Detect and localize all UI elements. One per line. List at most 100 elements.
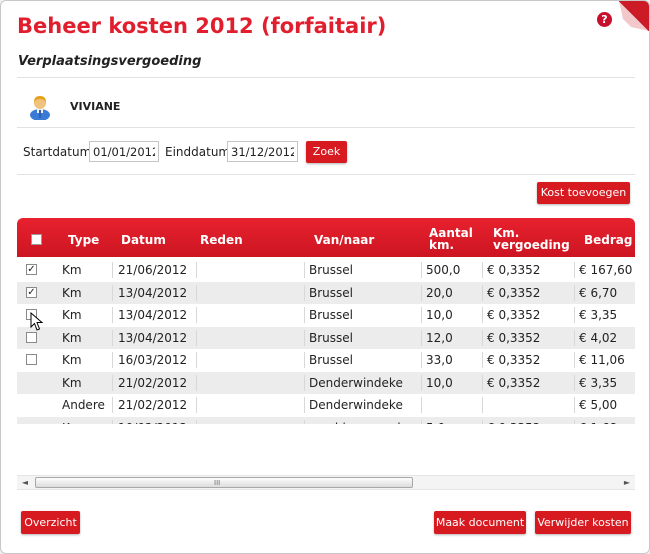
column-separator [421, 352, 422, 368]
column-separator [574, 329, 575, 346]
cell-km: 10,0 [426, 308, 453, 322]
cell-type: Km [62, 308, 82, 322]
column-separator [196, 419, 197, 424]
cell-amount: € 167,60 [579, 263, 633, 277]
cell-route: Brussel [309, 308, 353, 322]
column-header-rate-line2: vergoeding [493, 238, 570, 252]
scroll-right-icon[interactable]: ► [619, 476, 635, 489]
cell-route: Denderwindeke [309, 375, 403, 390]
table-row[interactable]: Km 13/04/2012 Brussel 10,0 € 0,3352 € 3,35 [17, 304, 635, 326]
table-row[interactable]: ✓ Km 13/04/2012 Brussel 20,0 € 0,3352 € 6,70 [17, 281, 635, 304]
cell-rate [487, 394, 575, 416]
column-header-type: Type [68, 233, 100, 247]
select-all-checkbox[interactable] [31, 234, 42, 245]
column-separator [421, 397, 422, 413]
divider [17, 77, 635, 78]
cell-date: 10/02/2012 [118, 417, 196, 425]
table-row[interactable]: Andere 21/02/2012 Denderwindeke € 5,00 [17, 394, 635, 416]
row-checkbox[interactable]: ✓ [26, 264, 37, 275]
column-separator [304, 374, 305, 391]
cell-route: Brussel [309, 285, 353, 300]
column-separator [196, 352, 197, 368]
row-checkbox[interactable] [26, 354, 37, 365]
column-separator [421, 419, 422, 424]
search-button[interactable]: Zoek [306, 141, 347, 163]
cell-date: 13/04/2012 [118, 285, 188, 300]
cell-reason [199, 304, 299, 326]
cell-rate: € 0,3352 [487, 353, 541, 367]
table-row[interactable]: ✓ Km 21/06/2012 Brussel 500,0 € 0,3352 € 167,6… [17, 259, 635, 281]
start-date-input[interactable] [89, 141, 159, 162]
column-separator [196, 262, 197, 278]
column-separator [196, 284, 197, 301]
scroll-left-icon[interactable]: ◄ [17, 476, 33, 489]
cell-rate: € 0,3352 [487, 285, 541, 300]
column-separator [304, 262, 305, 278]
scrollbar-grip-icon: III [214, 479, 221, 487]
column-separator [574, 397, 575, 413]
column-separator [482, 262, 483, 278]
delete-costs-button[interactable]: Verwijder kosten [535, 511, 631, 534]
cell-amount: € 11,06 [579, 353, 625, 367]
column-separator [482, 329, 483, 346]
column-separator [421, 262, 422, 278]
column-separator [304, 307, 305, 323]
end-date-label: Einddatum [165, 145, 231, 159]
cell-route: Denderwindeke [309, 398, 403, 412]
cell-amount: € 3,35 [579, 308, 618, 322]
column-separator [574, 352, 575, 368]
cell-km: 10,0 [426, 375, 453, 390]
table-row[interactable]: Km 10/02/2012 van hier naar daar 5,0€ 0,335… [17, 416, 635, 425]
cell-type: Km [62, 353, 82, 367]
end-date-input[interactable] [227, 141, 298, 162]
cell-reason [199, 349, 299, 371]
horizontal-scrollbar[interactable]: ◄ III ► [17, 475, 635, 490]
help-icon[interactable]: ? [597, 12, 612, 27]
cell-date: 21/02/2012 [118, 375, 188, 390]
table-row[interactable]: Km 21/02/2012 Denderwindeke 10,0 € 0,3352 € 3… [17, 371, 635, 394]
scrollbar-thumb[interactable]: III [35, 477, 413, 488]
column-separator [482, 307, 483, 323]
column-separator [196, 329, 197, 346]
cell-type: Andere [62, 398, 105, 412]
cell-amount: € 3,35 [579, 375, 618, 390]
column-separator [421, 307, 422, 323]
column-separator [304, 352, 305, 368]
add-cost-button[interactable]: Kost toevoegen [537, 182, 630, 204]
cell-km: 12,0 [426, 330, 453, 345]
cell-rate: € 0,3352 [487, 375, 541, 390]
column-header-date: Datum [121, 233, 166, 247]
overview-button[interactable]: Overzicht [21, 511, 80, 534]
cell-km: 20,0 [426, 285, 453, 300]
cell-date: 21/02/2012 [118, 398, 188, 412]
cell-route: Brussel [309, 353, 353, 367]
column-separator [482, 397, 483, 413]
cell-rate: € 0,3352 [487, 417, 575, 425]
cell-reason [199, 282, 299, 304]
table-header: Type Datum Reden Van/naar Aantal km. Km.… [17, 218, 635, 257]
column-separator [112, 374, 113, 391]
cell-type: Km [62, 375, 82, 390]
column-separator [574, 307, 575, 323]
column-separator [196, 374, 197, 391]
column-separator [482, 352, 483, 368]
cell-type: Km [62, 285, 82, 300]
column-separator [112, 284, 113, 301]
row-checkbox[interactable] [26, 331, 37, 343]
cell-date: 13/04/2012 [118, 308, 188, 322]
row-checkbox[interactable]: ✓ [26, 286, 37, 298]
mouse-pointer-icon [30, 312, 44, 331]
table-row[interactable]: Km 16/03/2012 Brussel 33,0 € 0,3352 € 11,06 [17, 349, 635, 371]
column-header-amount: Bedrag [584, 233, 633, 247]
section-title: Verplaatsingsvergoeding [18, 54, 202, 69]
cell-km: 500,0 [426, 263, 461, 277]
cell-reason [199, 327, 299, 349]
cell-rate: € 0,3352 [487, 308, 541, 322]
table-row[interactable]: Km 13/04/2012 Brussel 12,0 € 0,3352 € 4,02 [17, 326, 635, 349]
make-document-button[interactable]: Maak document [434, 511, 526, 534]
cell-date: 16/03/2012 [118, 353, 188, 367]
column-header-rate: Km. vergoeding [493, 227, 570, 251]
column-separator [304, 397, 305, 413]
column-header-reason: Reden [200, 233, 243, 247]
cell-amount: € 4,02 [579, 330, 618, 345]
